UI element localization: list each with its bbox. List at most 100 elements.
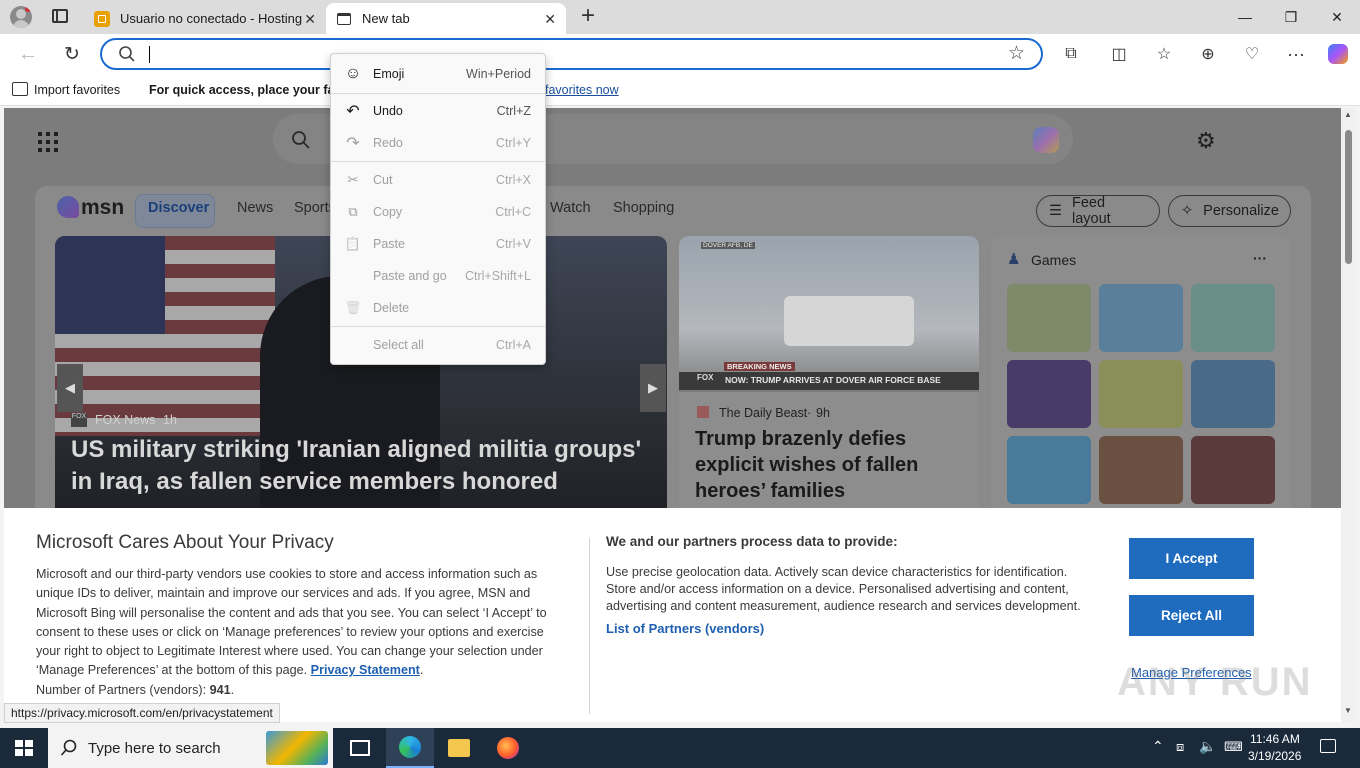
games-icon: ♟ — [1007, 251, 1021, 268]
extensions-icon[interactable]: ⧉ — [1055, 38, 1087, 70]
accept-button[interactable]: I Accept — [1129, 538, 1254, 579]
privacy-statement-link[interactable]: Privacy Statement — [311, 663, 420, 677]
menu-item-redo[interactable]: ↷ Redo Ctrl+Y — [331, 128, 545, 158]
menu-label: Paste and go — [373, 269, 447, 283]
ticker-label: NOW: TRUMP ARRIVES AT DOVER AIR FORCE BA… — [725, 375, 941, 385]
close-window-button[interactable]: ✕ — [1314, 0, 1360, 34]
new-tab-button[interactable]: + — [576, 3, 600, 31]
copilot-icon[interactable] — [1322, 38, 1354, 70]
scroll-up-icon[interactable]: ▲ — [1344, 110, 1352, 119]
favorite-star-icon[interactable]: ☆ — [1008, 42, 1025, 65]
partners-list-link[interactable]: List of Partners (vendors) — [606, 621, 764, 636]
nav-shopping[interactable]: Shopping — [613, 200, 674, 216]
menu-label: Copy — [373, 205, 403, 219]
tab-new-tab[interactable]: New tab ✕ — [326, 3, 566, 34]
feed-layout-button[interactable]: ☰ Feed layout — [1036, 195, 1160, 227]
game-tile-parking-jam[interactable] — [1191, 360, 1275, 428]
nav-discover[interactable]: Discover — [148, 200, 209, 216]
clock-time[interactable]: 11:46 AM — [1250, 732, 1300, 746]
clock-date[interactable]: 3/19/2026 — [1248, 749, 1301, 763]
collections-icon[interactable]: ⊕ — [1192, 38, 1224, 70]
paste-icon: 📋 — [344, 236, 362, 251]
game-tile-rocket[interactable] — [1007, 360, 1091, 428]
file-explorer-icon[interactable] — [448, 739, 470, 757]
menu-item-select-all[interactable]: Select all Ctrl+A — [331, 330, 545, 360]
profile-icon[interactable] — [10, 6, 32, 28]
game-tile-jump[interactable] — [1099, 284, 1183, 352]
processing-title: We and our partners process data to prov… — [606, 534, 898, 549]
firefox-icon[interactable] — [497, 737, 519, 759]
hero-age: 1h — [163, 413, 177, 427]
copy-icon: ⧉ — [348, 204, 358, 219]
favorites-icon[interactable]: ☆ — [1148, 38, 1180, 70]
copilot-search-icon[interactable] — [1033, 127, 1059, 153]
volume-icon[interactable]: 🔈 — [1199, 738, 1216, 755]
close-tab-icon[interactable]: ✕ — [304, 11, 316, 28]
nav-news[interactable]: News — [237, 200, 273, 216]
personalize-button[interactable]: ✧ Personalize — [1168, 195, 1291, 227]
scroll-down-icon[interactable]: ▼ — [1344, 706, 1352, 715]
prev-arrow-icon[interactable]: ◀ — [57, 364, 83, 412]
menu-item-delete[interactable]: 🗑 Delete — [331, 293, 545, 323]
game-tile-mahjong[interactable] — [1007, 284, 1091, 352]
msn-logo[interactable]: msn — [81, 196, 124, 220]
partners-count: 941 — [209, 682, 231, 697]
split-screen-icon[interactable]: ◫ — [1103, 38, 1135, 70]
game-tile-basketball[interactable] — [1191, 436, 1275, 504]
favorites-hint-link[interactable]: favorites now — [545, 83, 619, 97]
input-language-icon[interactable]: ⌨ — [1224, 739, 1243, 755]
menu-item-undo[interactable]: ↶ Undo Ctrl+Z — [331, 96, 545, 126]
page-scrollbar[interactable]: ▲ ▼ — [1341, 108, 1356, 722]
notifications-icon[interactable] — [1320, 739, 1336, 753]
close-tab-icon[interactable]: ✕ — [544, 11, 556, 28]
tray-chevron-icon[interactable]: ⌃ — [1152, 738, 1164, 755]
maximize-button[interactable]: ❐ — [1268, 0, 1314, 34]
tab-actions-icon[interactable] — [52, 9, 68, 23]
story2-headline[interactable]: Trump brazenly defies explicit wishes of… — [695, 426, 965, 504]
menu-item-emoji[interactable]: ☺ Emoji Win+Period — [331, 59, 545, 89]
taskbar: Type here to search ⌃ ⧈ 🔈 ⌨ 11:46 AM 3/1… — [0, 728, 1360, 768]
next-arrow-icon[interactable]: ▶ — [640, 364, 666, 412]
more-menu-icon[interactable]: ··· — [1280, 38, 1312, 70]
sliders-icon: ☰ — [1049, 203, 1062, 219]
story2-age: 9h — [816, 406, 830, 420]
menu-item-copy[interactable]: ⧉ Copy Ctrl+C — [331, 197, 545, 227]
windows-start-icon[interactable] — [15, 740, 33, 756]
menu-item-paste-and-go[interactable]: Paste and go Ctrl+Shift+L — [331, 261, 545, 291]
delete-icon: 🗑 — [344, 300, 362, 315]
task-view-icon[interactable] — [350, 740, 370, 756]
apps-grid-icon[interactable] — [38, 132, 58, 152]
network-icon[interactable]: ⧈ — [1176, 739, 1184, 755]
edge-taskbar-icon[interactable] — [386, 728, 434, 768]
game-tile-blocky[interactable] — [1099, 436, 1183, 504]
nav-watch[interactable]: Watch — [550, 200, 591, 216]
secondary-story[interactable]: DOVER AFB, DE BREAKING NEWS FOX NOW: TRU… — [679, 236, 979, 508]
settings-gear-icon[interactable]: ⚙ — [1196, 128, 1216, 154]
back-icon[interactable]: ← — [12, 38, 44, 70]
menu-shortcut: Ctrl+X — [495, 173, 531, 187]
divider — [589, 538, 590, 714]
address-bar[interactable]: ☆ — [100, 38, 1043, 70]
menu-separator — [331, 161, 545, 162]
taskbar-search-placeholder: Type here to search — [88, 740, 221, 757]
news-image: DOVER AFB, DE BREAKING NEWS FOX NOW: TRU… — [679, 236, 979, 392]
refresh-icon[interactable]: ↻ — [56, 38, 88, 70]
text-cursor — [149, 46, 150, 63]
search-icon — [60, 739, 78, 760]
performance-icon[interactable]: ♡ — [1236, 38, 1268, 70]
scroll-thumb[interactable] — [1345, 130, 1352, 264]
hero-headline[interactable]: US military striking 'Iranian aligned mi… — [71, 434, 661, 498]
game-tile-runner[interactable] — [1099, 360, 1183, 428]
hosting-favicon-icon — [94, 10, 110, 27]
minimize-button[interactable]: — — [1222, 0, 1268, 34]
menu-item-paste[interactable]: 📋 Paste Ctrl+V — [331, 229, 545, 259]
import-favorites-button[interactable]: Import favorites — [34, 83, 120, 97]
game-tile-cartoon[interactable] — [1191, 284, 1275, 352]
game-tile-shark[interactable] — [1007, 436, 1091, 504]
taskbar-search-box[interactable]: Type here to search — [48, 728, 333, 768]
tab-hosting[interactable]: Usuario no conectado - Hosting ✕ — [84, 3, 326, 34]
games-more-icon[interactable]: ··· — [1253, 250, 1267, 266]
reject-all-button[interactable]: Reject All — [1129, 595, 1254, 636]
menu-item-cut[interactable]: ✂ Cut Ctrl+X — [331, 165, 545, 195]
menu-label: Delete — [373, 301, 410, 315]
